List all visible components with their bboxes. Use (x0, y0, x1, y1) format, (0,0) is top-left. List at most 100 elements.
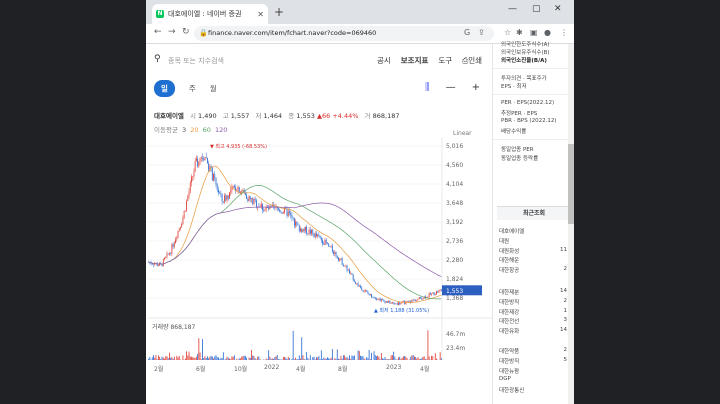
side-line-3: 외국인소진율(B/A) (501, 58, 547, 64)
volume-bar (422, 356, 424, 360)
print-button[interactable]: ⎙인쇄 (462, 55, 482, 66)
candle-type-icon[interactable]: ⫼ (425, 82, 430, 93)
sidepanel-icon[interactable]: ▣ (530, 28, 538, 37)
url-field[interactable]: 🔒 finance.naver.com/item/fchart.naver?co… (194, 26, 494, 41)
recent-item[interactable]: 대한전선 3 (499, 317, 567, 325)
volume-bar (331, 349, 333, 360)
volume-bar (389, 359, 391, 360)
candle-body (222, 201, 224, 203)
volume-bar (267, 359, 268, 360)
candle-body (368, 293, 370, 295)
recent-item[interactable]: 대원 (499, 237, 567, 245)
recent-item[interactable]: 대한약품 2 (499, 347, 567, 355)
volume-bar (218, 357, 219, 360)
recent-item-name: 대한방직 (499, 358, 520, 365)
volume-bar (280, 359, 282, 360)
back-icon[interactable]: ← (154, 27, 162, 37)
zoom-out-icon[interactable]: — (446, 82, 456, 93)
volume-bar (210, 355, 212, 360)
candle-body (252, 198, 254, 205)
candle-body (373, 297, 375, 299)
active-tab[interactable]: N 대호에이엘 : 네이버 증권 ✕ (152, 4, 268, 24)
candle-body (218, 189, 219, 193)
reload-icon[interactable]: ↻ (182, 27, 190, 37)
profile-icon[interactable]: ● (544, 28, 551, 37)
recent-item[interactable]: 대한제강 1 (499, 308, 567, 316)
volume-bar (151, 357, 153, 360)
candle-body (248, 196, 250, 202)
google-icon[interactable]: G (464, 28, 470, 37)
maximize-icon[interactable]: ▢ (532, 4, 541, 14)
candle-body (306, 226, 308, 234)
zoom-in-icon[interactable]: + (472, 82, 480, 93)
period-week-button[interactable]: 주 (189, 83, 196, 94)
share-icon[interactable]: ⇪ (478, 28, 485, 37)
bookmark-star-icon[interactable]: ☆ (504, 28, 511, 37)
volume-bar (157, 355, 159, 360)
candle-body (182, 217, 184, 224)
candle-body (418, 297, 420, 299)
recent-item[interactable]: 대한유화 14 (499, 327, 567, 335)
tools-button[interactable]: 도구 (438, 55, 452, 66)
recent-item[interactable]: 대한뉴팜 (499, 367, 567, 375)
price-chart[interactable]: 5,016 4,560 4,104 3,648 3,192 2,736 2,280 1,824… (146, 138, 492, 378)
period-day-button[interactable]: 일 (154, 80, 175, 97)
search-icon[interactable]: ⚲ (154, 54, 161, 64)
extensions-icon[interactable]: ✱ (516, 28, 523, 37)
volume-bar (200, 359, 202, 360)
candle-body (296, 221, 298, 225)
scroll-thumb[interactable] (568, 144, 574, 224)
notice-button[interactable]: 공시 (377, 55, 391, 66)
recent-item[interactable]: 대한제분 14 (499, 288, 567, 296)
forward-icon[interactable]: → (168, 27, 176, 37)
recent-item[interactable]: 대호에이엘 (499, 227, 567, 235)
search-input[interactable]: 종목 또는 지수검색 (168, 56, 224, 66)
volume-bar (415, 356, 417, 360)
date-tick-1: 2월 (154, 366, 164, 373)
volume-bar (395, 359, 397, 360)
candle-body (355, 281, 357, 284)
volume-bar (393, 351, 395, 360)
close-tab-icon[interactable]: ✕ (257, 10, 264, 19)
new-tab-icon[interactable]: + (274, 5, 284, 19)
volume-bar (400, 359, 402, 360)
indicator-button[interactable]: 보조지표 (401, 55, 429, 66)
scale-selector[interactable]: Linear (453, 130, 472, 137)
candle-body (338, 257, 339, 261)
ma-3: 3 (182, 126, 187, 134)
side-panel: 외국인한도주식수(A) 외국인보유주식수(B) 외국인소진율(B/A) 투자의견… (492, 42, 574, 404)
recent-item[interactable]: 대한방직 2 (499, 298, 567, 306)
candle-body (384, 300, 386, 303)
price-tick-label: 4,560 (446, 162, 463, 169)
candle-body (365, 290, 366, 292)
candle-body (399, 302, 401, 305)
menu-icon[interactable]: ⋮ (560, 28, 568, 37)
price-tick-label: 2,280 (446, 257, 463, 264)
volume-bar (410, 356, 412, 360)
recent-item[interactable]: 대한광통신 (499, 386, 567, 394)
recent-item[interactable]: 대한방직 5 (499, 357, 567, 365)
volume-bar (300, 358, 301, 360)
candle-body (336, 256, 338, 258)
recent-item[interactable]: 대한항공 2 (499, 266, 567, 274)
candle-body (290, 213, 292, 216)
side-line-7: 추정PER · EPS (501, 111, 538, 117)
close-window-icon[interactable]: ✕ (554, 4, 562, 14)
recent-item-name: 대한유화 (499, 329, 520, 336)
period-month-button[interactable]: 월 (210, 83, 217, 94)
recent-item[interactable]: DGP (499, 376, 567, 382)
scrollbar[interactable] (568, 44, 574, 404)
recent-item[interactable]: 대한해운 (499, 256, 567, 264)
candle-body (339, 259, 341, 261)
volume-bar (232, 356, 234, 360)
minimize-icon[interactable]: — (508, 4, 517, 14)
volume-bar (198, 338, 200, 360)
candle-body (307, 233, 309, 235)
volume-bar (279, 359, 281, 360)
candle-body (311, 229, 312, 234)
candle-body (216, 184, 218, 190)
volume-bar (384, 357, 386, 360)
volume-bar (192, 357, 194, 360)
recent-item[interactable]: 대원화성 11 (499, 247, 567, 255)
browser-window: N 대호에이엘 : 네이버 증권 ✕ + — ▢ ✕ ← → ↻ 🔒 finan… (146, 0, 574, 404)
